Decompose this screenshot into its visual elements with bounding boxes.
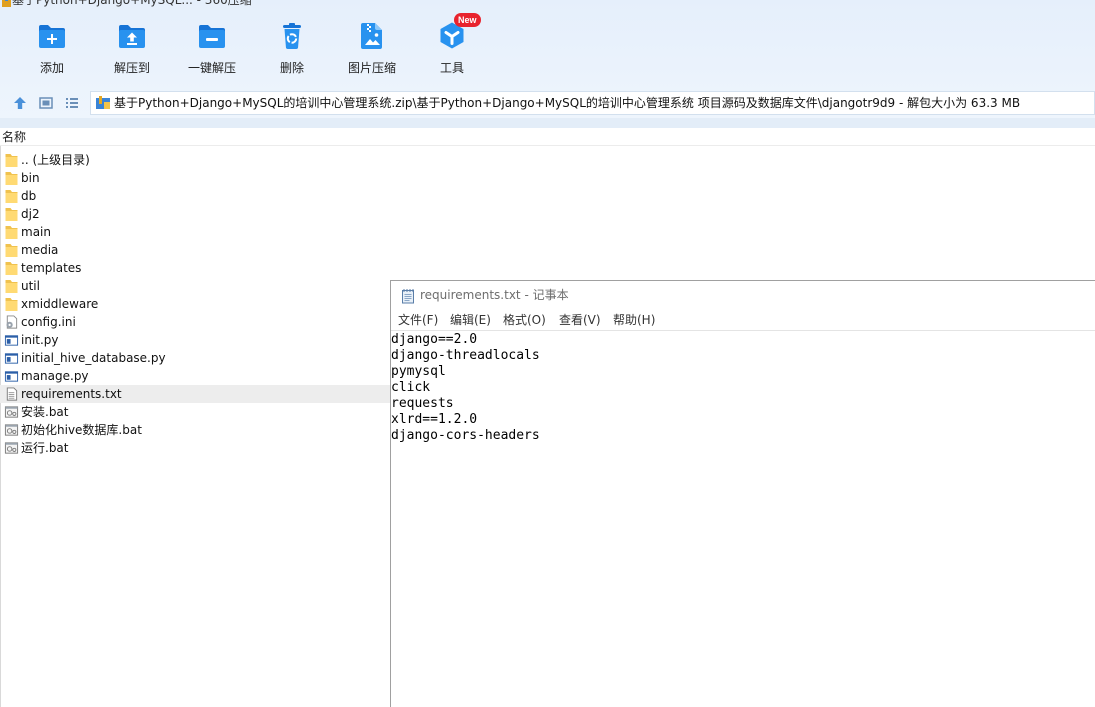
tools-button[interactable]: 工具 New xyxy=(414,13,490,78)
image-compress-button[interactable]: 图片压缩 xyxy=(334,20,410,78)
menu-view[interactable]: 查看(V) xyxy=(559,310,601,330)
item-name: manage.py xyxy=(21,369,89,383)
up-arrow-icon[interactable] xyxy=(12,95,28,111)
text-file-icon xyxy=(4,386,19,402)
item-name: templates xyxy=(21,261,82,275)
ini-file-icon xyxy=(4,314,19,330)
folder-icon xyxy=(4,296,19,312)
python-file-icon xyxy=(4,368,19,384)
column-header-name[interactable]: 名称 xyxy=(0,128,1095,146)
archive-icon xyxy=(96,96,110,109)
item-name: 运行.bat xyxy=(21,441,69,455)
delete-button[interactable]: 删除 xyxy=(254,20,330,78)
folder-icon xyxy=(4,206,19,222)
menu-separator xyxy=(391,330,1095,331)
list-item-dj2[interactable]: dj2 xyxy=(0,205,1095,223)
menu-file[interactable]: 文件(F) xyxy=(398,310,438,330)
trash-icon xyxy=(283,23,301,49)
folder-icon xyxy=(4,242,19,258)
text-line: django==2.0 xyxy=(391,332,478,347)
folder-icon xyxy=(4,152,19,168)
item-name: 安装.bat xyxy=(21,405,69,419)
item-name: 初始化hive数据库.bat xyxy=(21,423,142,437)
item-name: xmiddleware xyxy=(21,297,99,311)
list-item-parent-dir[interactable]: .. (上级目录) xyxy=(0,151,1095,169)
one-click-extract-button[interactable]: 一键解压 xyxy=(174,20,250,78)
item-name: .. (上级目录) xyxy=(21,153,90,167)
list-view-icon[interactable] xyxy=(64,95,80,111)
item-name: db xyxy=(21,189,37,203)
python-file-icon xyxy=(4,350,19,366)
menu-format[interactable]: 格式(O) xyxy=(503,310,546,330)
new-badge: New xyxy=(454,13,481,27)
tools-button-label: 工具 xyxy=(439,61,464,75)
window-title: 基于Python+Django+MySQL... - 360压缩 xyxy=(12,0,252,7)
extract-to-button[interactable]: 解压到 xyxy=(94,20,170,78)
address-bar[interactable]: 基于Python+Django+MySQL的培训中心管理系统.zip\基于Pyt… xyxy=(90,91,1095,115)
notepad-icon xyxy=(402,289,414,304)
list-item-media[interactable]: media xyxy=(0,241,1095,259)
header-separator xyxy=(0,118,1095,128)
item-name: initial_hive_database.py xyxy=(21,351,166,365)
app-icon xyxy=(2,0,11,7)
column-header-label: 名称 xyxy=(2,130,27,144)
item-name: init.py xyxy=(21,333,59,347)
item-name: requirements.txt xyxy=(21,387,122,401)
text-line: pymysql xyxy=(391,364,446,379)
thumbnail-view-icon[interactable] xyxy=(38,95,54,111)
extract-to-icon xyxy=(119,25,145,48)
notepad-window[interactable]: requirements.txt - 记事本 文件(F) 编辑(E) 格式(O)… xyxy=(390,280,1095,707)
folder-icon xyxy=(4,278,19,294)
text-line: requests xyxy=(391,396,454,411)
item-name: bin xyxy=(21,171,40,185)
text-line: click xyxy=(391,380,431,395)
extract-to-button-label: 解压到 xyxy=(113,61,150,75)
folder-icon xyxy=(4,260,19,276)
text-line: django-threadlocals xyxy=(391,348,540,363)
one-click-extract-icon xyxy=(199,25,225,48)
folder-icon xyxy=(4,224,19,240)
item-name: main xyxy=(21,225,51,239)
list-item-main[interactable]: main xyxy=(0,223,1095,241)
notepad-title: requirements.txt - 记事本 xyxy=(420,288,569,302)
item-name: util xyxy=(21,279,40,293)
add-folder-icon xyxy=(39,25,65,48)
add-button-label: 添加 xyxy=(39,61,64,75)
folder-icon xyxy=(4,170,19,186)
address-path: 基于Python+Django+MySQL的培训中心管理系统.zip\基于Pyt… xyxy=(114,96,1021,110)
python-file-icon xyxy=(4,332,19,348)
text-line: django-cors-headers xyxy=(391,428,540,443)
delete-button-label: 删除 xyxy=(279,61,304,75)
batch-file-icon xyxy=(4,404,19,420)
folder-icon xyxy=(4,188,19,204)
one-click-extract-button-label: 一键解压 xyxy=(187,61,236,75)
add-button[interactable]: 添加 xyxy=(14,20,90,78)
batch-file-icon xyxy=(4,422,19,438)
list-item-db[interactable]: db xyxy=(0,187,1095,205)
image-compress-button-label: 图片压缩 xyxy=(347,61,396,75)
text-line: xlrd==1.2.0 xyxy=(391,412,478,427)
list-item-templates[interactable]: templates xyxy=(0,259,1095,277)
list-item-bin[interactable]: bin xyxy=(0,169,1095,187)
menu-help[interactable]: 帮助(H) xyxy=(613,310,655,330)
image-compress-icon xyxy=(361,23,382,49)
item-name: media xyxy=(21,243,59,257)
menu-edit[interactable]: 编辑(E) xyxy=(450,310,491,330)
toolbar-area: 基于Python+Django+MySQL... - 360压缩 添加 解压到 … xyxy=(0,0,1095,118)
item-name: dj2 xyxy=(21,207,40,221)
notepad-text-area[interactable]: django==2.0 django-threadlocals pymysql … xyxy=(391,332,1095,707)
batch-file-icon xyxy=(4,440,19,456)
item-name: config.ini xyxy=(21,315,76,329)
